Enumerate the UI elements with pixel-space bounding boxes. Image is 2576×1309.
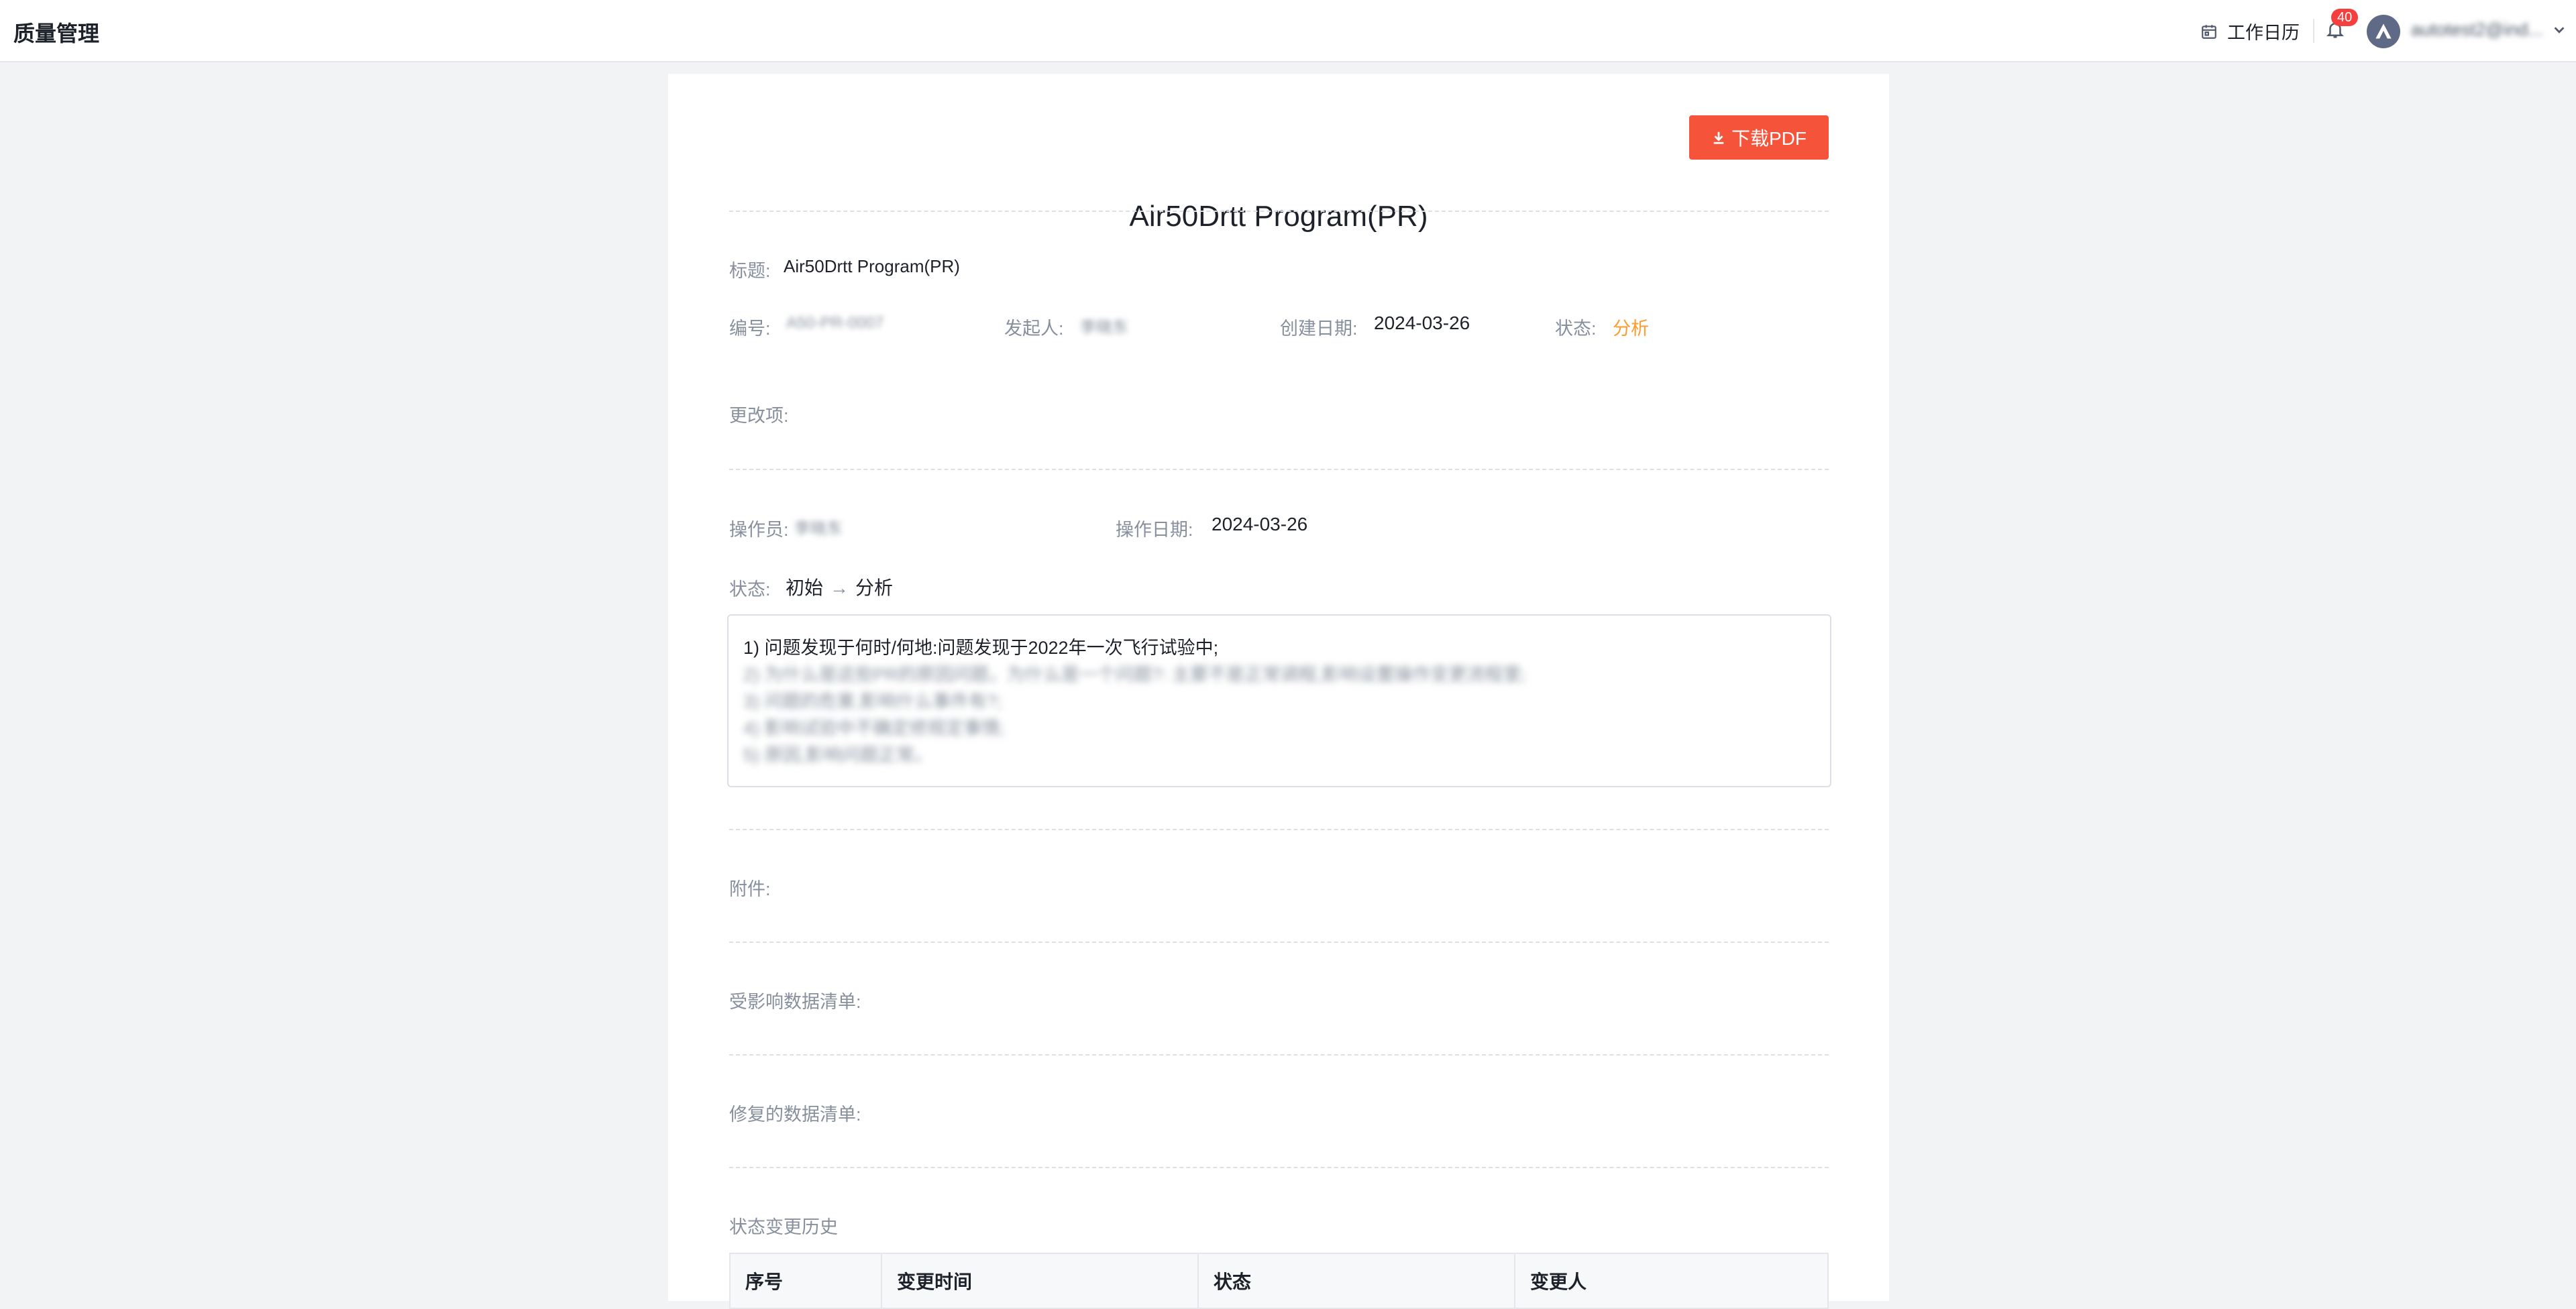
operator-value: 李晓东 [794, 520, 843, 538]
number-label: 编号: [729, 319, 771, 339]
operation-date-label: 操作日期: [1116, 520, 1193, 540]
chevron-down-icon[interactable] [2552, 23, 2567, 38]
initiator-value: 李晓东 [1080, 319, 1128, 337]
column-header-changer: 变更人 [1514, 1253, 1829, 1309]
table-header-row: 序号 变更时间 状态 变更人 [729, 1253, 1829, 1309]
repaired-data-list-label: 修复的数据清单: [729, 1104, 861, 1125]
description-line: 5) 原因,影响问题正常。 [743, 745, 933, 765]
app-title: 质量管理 [13, 21, 100, 46]
status-history-label: 状态变更历史 [729, 1217, 838, 1237]
divider [729, 942, 1829, 943]
status-history-table: 序号 变更时间 状态 变更人 [729, 1253, 1829, 1309]
divider [729, 469, 1829, 470]
work-calendar-label: 工作日历 [2227, 23, 2300, 43]
download-pdf-button[interactable]: 下载PDF [1689, 115, 1829, 160]
number-value: A50-PR-0007 [786, 314, 884, 332]
status-from: 初始 [786, 577, 824, 598]
title-value: Air50Drtt Program(PR) [784, 256, 960, 276]
description-textbox[interactable]: 1) 问题发现于何时/何地:问题发现于2022年一次飞行试验中; 2) 为什么是… [727, 614, 1831, 787]
description-line: 2) 为什么是这些PR的原因问题，为什么是一个问题?: 主要不是正常调程,影响设… [743, 665, 1527, 685]
divider [729, 1167, 1829, 1168]
arrow-right-icon: → [830, 577, 849, 598]
description-line: 4) 影响试验中不确定修规定事情; [743, 718, 1006, 738]
download-pdf-label: 下载PDF [1731, 128, 1807, 149]
operation-status-label: 状态: [729, 579, 771, 600]
header-divider [2313, 19, 2314, 43]
created-date-label: 创建日期: [1280, 319, 1358, 339]
avatar[interactable] [2367, 15, 2400, 48]
operator-label: 操作员: [729, 520, 789, 540]
divider [729, 1054, 1829, 1056]
work-calendar-button[interactable]: 工作日历 [2200, 18, 2300, 44]
status-label: 状态: [1555, 319, 1597, 339]
user-name[interactable]: autotest2@ind... [2411, 19, 2543, 40]
attachments-label: 附件: [729, 879, 771, 899]
affected-data-list-label: 受影响数据清单: [729, 992, 861, 1012]
title-label: 标题: [729, 261, 771, 281]
column-header-change-time: 变更时间 [881, 1253, 1199, 1309]
created-date-value: 2024-03-26 [1374, 312, 1470, 333]
status-badge: 分析 [1613, 319, 1649, 339]
top-bar: 质量管理 工作日历 40 autotest2@ind... [0, 0, 2576, 62]
status-transition: 初始 → 分析 [786, 573, 893, 600]
column-header-index: 序号 [729, 1253, 882, 1309]
column-header-status: 状态 [1197, 1253, 1515, 1309]
calendar-icon [2202, 24, 2216, 39]
description-line: 1) 问题发现于何时/何地:问题发现于2022年一次飞行试验中; [743, 638, 1219, 658]
status-to: 分析 [855, 577, 894, 598]
initiator-label: 发起人: [1004, 319, 1064, 339]
logo-icon [2375, 23, 2392, 39]
download-icon [1713, 131, 1724, 144]
divider [729, 829, 1829, 830]
notification-badge: 40 [2331, 9, 2359, 26]
document-title: Air50Drtt Program(PR) [1129, 200, 1428, 233]
divider [729, 211, 1829, 212]
changes-label: 更改项: [729, 406, 789, 426]
operation-date-value: 2024-03-26 [1212, 514, 1308, 534]
description-line: 3) 问题的危害,影响什么事件有?; [743, 691, 1002, 712]
